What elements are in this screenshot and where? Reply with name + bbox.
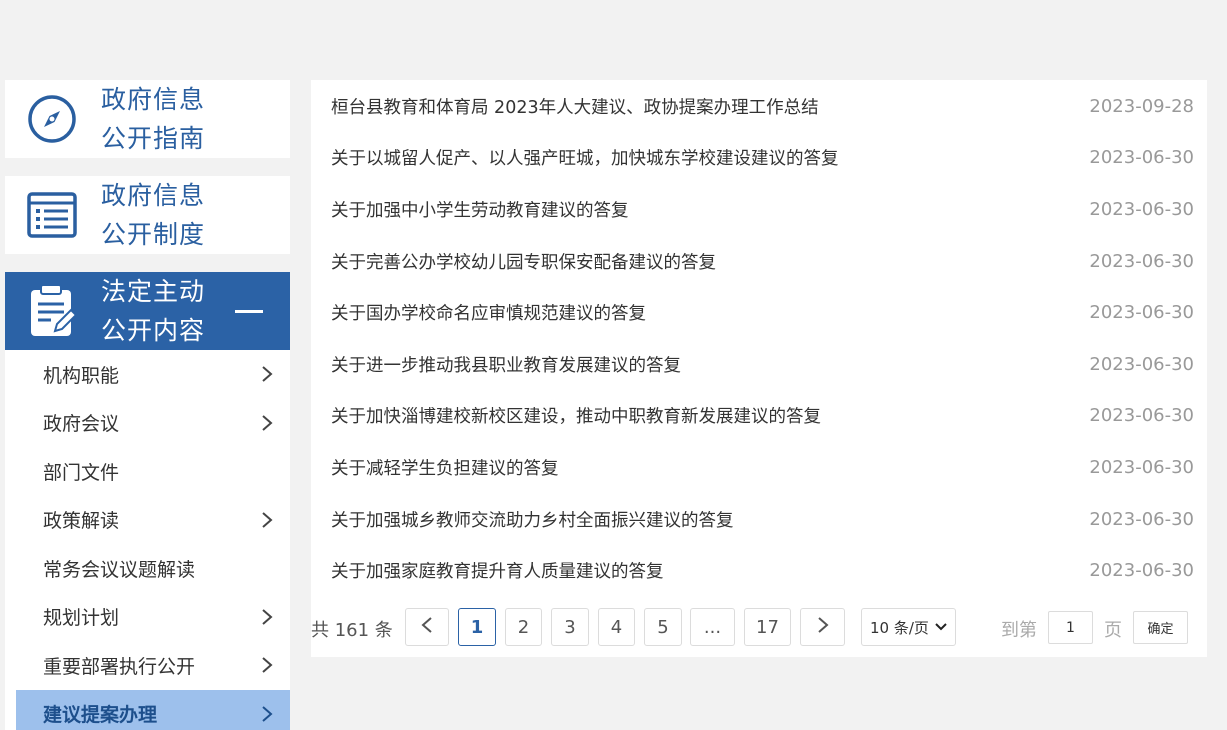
page-3[interactable]: 3 [551,608,589,646]
prev-page-button[interactable] [405,608,449,646]
sidebar-item-label: 机构职能 [43,364,120,387]
chevron-right-icon [258,511,276,529]
nav-system-line2: 公开制度 [101,220,206,249]
compass-icon [26,93,78,145]
sidebar-item-wenjian[interactable]: 部门文件 [5,447,290,496]
list-item[interactable]: 关于国办学校命名应审慎规范建议的答复 2023-06-30 [331,297,1194,327]
sidebar-item-jianyi[interactable]: 建议提案办理 [16,689,290,730]
list-item[interactable]: 关于加快淄博建校新校区建设，推动中职教育新发展建议的答复 2023-06-30 [331,400,1194,430]
chevron-right-icon [258,414,276,432]
sidebar-item-label: 规划计划 [43,607,120,630]
sidebar-item-huiyi[interactable]: 政府会议 [5,399,290,448]
item-title[interactable]: 关于加强城乡教师交流助力乡村全面振兴建议的答复 [331,507,734,532]
item-date: 2023-06-30 [1089,404,1194,426]
total-count: 共 161 条 [311,620,393,641]
list-item[interactable]: 关于以城留人促产、以人强产旺城，加快城东学校建设建议的答复 2023-06-30 [331,142,1194,172]
chevron-right-icon [258,365,276,383]
nav-statutory-line1: 法定主动 [101,277,206,306]
chevron-right-icon [258,656,276,674]
chevron-right-icon [258,608,276,626]
item-date: 2023-06-30 [1089,301,1194,323]
sidebar-item-jiedu[interactable]: 政策解读 [5,496,290,545]
pagination: 共 161 条 1 2 3 4 5 ... 17 10 条/页 到第 页 确定 [311,608,1207,646]
page-ellipsis[interactable]: ... [690,608,735,646]
item-title[interactable]: 桓台县教育和体育局 2023年人大建议、政协提案办理工作总结 [331,94,819,119]
sidebar-item-guihua[interactable]: 规划计划 [5,593,290,642]
item-date: 2023-09-28 [1089,95,1194,117]
list-item[interactable]: 桓台县教育和体育局 2023年人大建议、政协提案办理工作总结 2023-09-2… [331,91,1194,121]
item-title[interactable]: 关于加强家庭教育提升育人质量建议的答复 [331,558,664,583]
sidebar-item-label: 重要部署执行公开 [43,655,196,678]
chevron-right-icon [258,705,276,723]
list-item[interactable]: 关于加强中小学生劳动教育建议的答复 2023-06-30 [331,194,1194,224]
goto-page-input[interactable] [1048,611,1093,644]
list-item[interactable]: 关于减轻学生负担建议的答复 2023-06-30 [331,452,1194,482]
nav-guide-label: 政府信息 公开指南 [101,80,205,158]
goto-prefix: 到第 [1001,620,1037,641]
sidebar-item-label: 政府会议 [43,413,120,436]
item-title[interactable]: 关于进一步推动我县职业教育发展建议的答复 [331,352,681,377]
sidebar-item-label: 常务会议议题解读 [43,558,196,581]
sidebar-item-changwu[interactable]: 常务会议议题解读 [5,544,290,593]
goto-suffix: 页 [1104,620,1122,641]
item-title[interactable]: 关于加快淄博建校新校区建设，推动中职教育新发展建议的答复 [331,403,821,428]
item-date: 2023-06-30 [1089,353,1194,375]
nav-system[interactable]: 政府信息 公开制度 [5,176,290,254]
item-title[interactable]: 关于国办学校命名应审慎规范建议的答复 [331,300,646,325]
nav-guide[interactable]: 政府信息 公开指南 [5,80,290,158]
page-4[interactable]: 4 [598,608,635,646]
item-date: 2023-06-30 [1089,250,1194,272]
item-title[interactable]: 关于加强中小学生劳动教育建议的答复 [331,197,629,222]
collapse-icon[interactable] [235,309,263,313]
sidebar: 政府信息 公开指南 政府信息 公开制度 法定主动 公开内容 机构职能 政府会议 … [5,80,290,730]
nav-system-label: 政府信息 公开制度 [101,176,205,254]
nav-guide-line2: 公开指南 [101,124,206,153]
page-5[interactable]: 5 [644,608,682,646]
page-17[interactable]: 17 [744,608,791,646]
item-date: 2023-06-30 [1089,456,1194,478]
chevron-right-icon [817,616,829,639]
sidebar-sub-list: 机构职能 政府会议 部门文件 政策解读 常务会议议题解读 规划计划 重要部署执行… [5,350,290,730]
page-1[interactable]: 1 [458,608,496,646]
page-size-select[interactable]: 10 条/页 [861,608,956,646]
sidebar-item-bushu[interactable]: 重要部署执行公开 [5,641,290,690]
sidebar-item-jigou[interactable]: 机构职能 [5,350,290,399]
item-date: 2023-06-30 [1089,559,1194,581]
next-page-button[interactable] [800,608,845,646]
item-title[interactable]: 关于减轻学生负担建议的答复 [331,455,559,480]
sidebar-item-label: 部门文件 [43,461,120,484]
sidebar-item-label: 建议提案办理 [43,704,158,727]
confirm-button[interactable]: 确定 [1133,611,1188,644]
list-item[interactable]: 关于加强城乡教师交流助力乡村全面振兴建议的答复 2023-06-30 [331,504,1194,534]
chevron-left-icon [421,616,433,639]
nav-guide-line1: 政府信息 [101,85,206,114]
clipboard-edit-icon [26,284,78,337]
list-item[interactable]: 关于进一步推动我县职业教育发展建议的答复 2023-06-30 [331,349,1194,379]
item-title[interactable]: 关于以城留人促产、以人强产旺城，加快城东学校建设建议的答复 [331,145,839,170]
item-date: 2023-06-30 [1089,508,1194,530]
nav-statutory-label: 法定主动 公开内容 [101,272,205,350]
list-item[interactable]: 关于完善公办学校幼儿园专职保安配备建议的答复 2023-06-30 [331,246,1194,276]
page-size-label: 10 条/页 [870,618,929,637]
list-doc-icon [26,189,78,241]
sidebar-item-label: 政策解读 [43,510,120,533]
item-title[interactable]: 关于完善公办学校幼儿园专职保安配备建议的答复 [331,249,716,274]
content-panel: 桓台县教育和体育局 2023年人大建议、政协提案办理工作总结 2023-09-2… [311,80,1207,657]
page-2[interactable]: 2 [505,608,542,646]
list-item[interactable]: 关于加强家庭教育提升育人质量建议的答复 2023-06-30 [331,555,1194,585]
nav-statutory[interactable]: 法定主动 公开内容 [5,272,290,350]
nav-statutory-line2: 公开内容 [101,316,206,345]
nav-system-line1: 政府信息 [101,181,206,210]
chevron-down-icon [935,623,947,631]
item-date: 2023-06-30 [1089,198,1194,220]
item-date: 2023-06-30 [1089,146,1194,168]
